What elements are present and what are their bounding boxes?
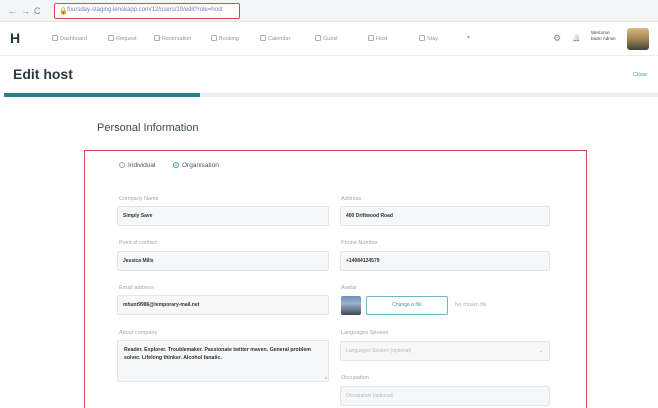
languages-select[interactable]: Languages Spoken (optional) xyxy=(340,341,550,361)
nav-stay[interactable]: Stay xyxy=(419,35,438,42)
company-name-input[interactable]: Simply Save xyxy=(117,206,329,226)
address-label: Address xyxy=(341,196,362,202)
email-label: Email address xyxy=(119,285,154,291)
back-icon[interactable]: ← xyxy=(8,5,17,17)
nav-more-dropdown[interactable]: ▾ xyxy=(467,35,470,41)
user-avatar[interactable] xyxy=(627,28,649,50)
url-text: foursday-staging.lenskapp.com/12/users/1… xyxy=(67,7,223,13)
email-input[interactable]: mhunt9986@temporary-mail.net xyxy=(117,295,329,315)
occupation-input[interactable]: Occupation (optional) xyxy=(340,386,550,406)
change-file-button[interactable]: Change a file xyxy=(366,296,448,315)
welcome-text: Welcome back! Admin xyxy=(591,30,616,41)
dashboard-icon xyxy=(52,35,58,41)
app-logo[interactable]: H xyxy=(10,30,20,46)
point-of-contact-label: Point of contact xyxy=(119,240,157,246)
about-company-textarea[interactable]: Reader. Explorer. Troublemaker. Passiona… xyxy=(117,340,329,382)
settings-gear-icon[interactable]: ⚙ xyxy=(553,33,561,44)
file-status-text: No chosen file xyxy=(455,302,487,308)
browser-toolbar: ← → C 🔒 foursday-staging.lenskapp.com/12… xyxy=(0,0,658,22)
point-of-contact-input[interactable]: Jessica Mills xyxy=(117,251,329,271)
forward-icon[interactable]: → xyxy=(21,5,30,17)
languages-label: Languages Spoken xyxy=(341,330,389,336)
radio-organisation[interactable]: Organisation xyxy=(173,162,219,169)
company-name-label: Company Name xyxy=(119,196,159,202)
phone-label: Phone Number xyxy=(341,240,378,246)
nav-reservation[interactable]: Reservation xyxy=(154,35,191,42)
step-progress-bar xyxy=(4,93,658,97)
reservation-icon xyxy=(154,35,160,41)
host-icon xyxy=(368,35,374,41)
stay-icon xyxy=(419,35,425,41)
app-header: H Dashboard Request Reservation Booking … xyxy=(0,22,658,56)
guest-icon xyxy=(315,35,321,41)
booking-icon xyxy=(211,35,217,41)
calendar-icon xyxy=(260,35,266,41)
avatar-label: Avatar xyxy=(341,285,357,291)
radio-individual[interactable]: Individual xyxy=(119,162,155,169)
reload-icon[interactable]: C xyxy=(34,5,41,17)
about-company-label: About company xyxy=(119,330,158,336)
occupation-label: Occupation xyxy=(341,375,369,381)
nav-dashboard[interactable]: Dashboard xyxy=(52,35,87,42)
resize-handle-icon[interactable]: ⌟ xyxy=(325,373,327,381)
radio-checked-icon xyxy=(173,162,179,168)
notification-bell-icon[interactable]: 🔔 xyxy=(572,34,581,42)
request-icon xyxy=(108,35,114,41)
radio-unchecked-icon xyxy=(119,162,125,168)
phone-input[interactable]: +14084124579 xyxy=(340,251,550,271)
nav-calendar[interactable]: Calendar xyxy=(260,35,290,42)
section-title: Personal Information xyxy=(97,122,199,134)
nav-guest[interactable]: Guest xyxy=(315,35,338,42)
avatar-preview xyxy=(341,296,361,315)
step-progress-fill xyxy=(4,93,201,97)
close-link[interactable]: Close xyxy=(633,72,647,78)
chevron-down-icon: ⌄ xyxy=(539,348,544,354)
nav-host[interactable]: Host xyxy=(368,35,387,42)
page-title: Edit host xyxy=(13,66,73,82)
nav-booking[interactable]: Booking xyxy=(211,35,239,42)
address-input[interactable]: 400 Driftwood Road xyxy=(340,206,550,226)
nav-request[interactable]: Request xyxy=(108,35,137,42)
address-bar[interactable]: 🔒 foursday-staging.lenskapp.com/12/users… xyxy=(54,3,240,19)
